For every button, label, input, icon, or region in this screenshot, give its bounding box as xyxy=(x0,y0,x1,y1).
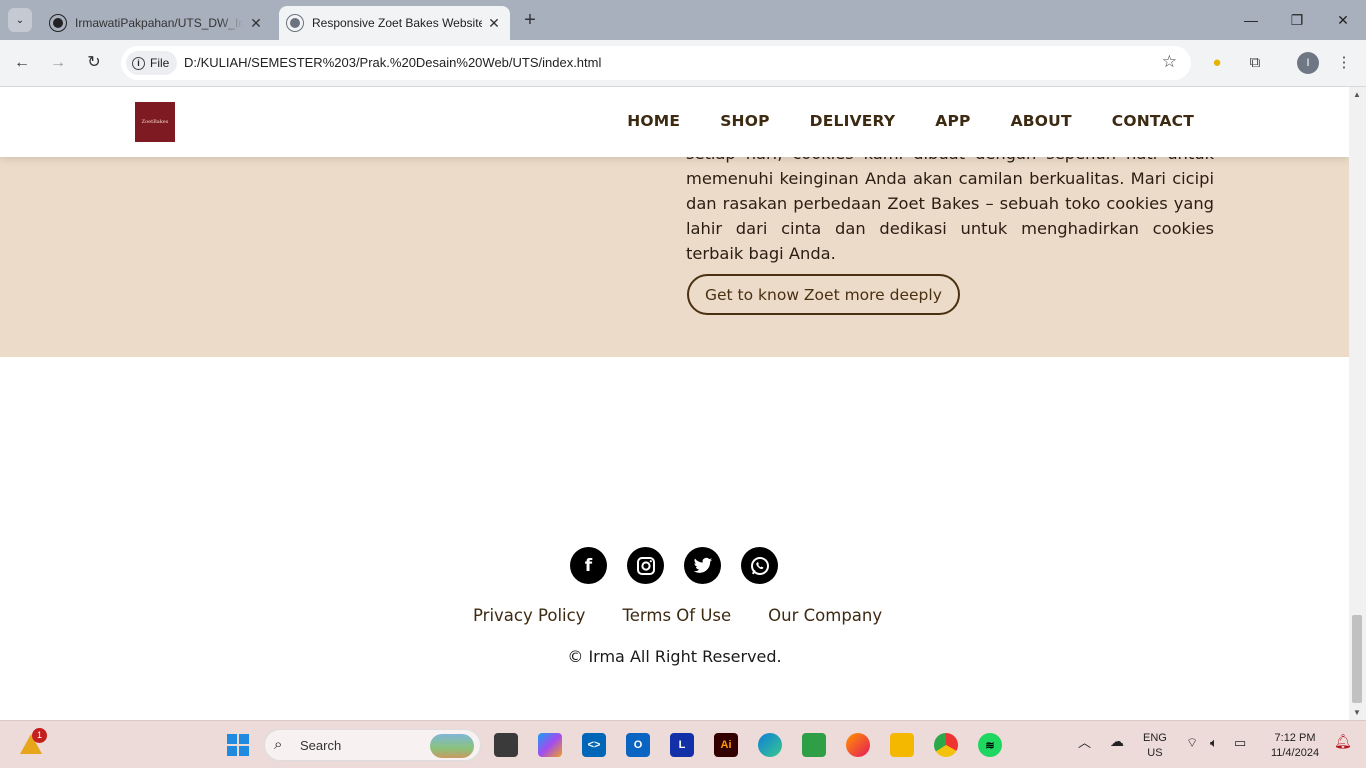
clock-time: 7:12 PM xyxy=(1274,732,1316,744)
page-scrollbar[interactable]: ▲ ▼ xyxy=(1349,87,1366,720)
close-tab-icon[interactable]: ✕ xyxy=(482,15,506,32)
wifi-icon[interactable]: ⌔ xyxy=(1186,735,1198,750)
globe-icon xyxy=(287,15,303,31)
address-bar[interactable]: i File D:/KULIAH/SEMESTER%203/Prak.%20De… xyxy=(121,46,1191,80)
extensions-icon[interactable]: ⧉ xyxy=(1244,52,1266,74)
search-highlight-image xyxy=(430,734,474,758)
bookmark-star-icon[interactable]: ☆ xyxy=(1162,52,1177,72)
weather-widget[interactable]: 1 xyxy=(20,728,47,756)
volume-icon[interactable]: 🔈︎ xyxy=(1210,735,1218,750)
lightbulb-icon[interactable]: ● xyxy=(1206,52,1228,74)
file-explorer-icon[interactable] xyxy=(890,733,914,757)
edge-icon[interactable] xyxy=(758,733,782,757)
main-nav: HOME SHOP DELIVERY APP ABOUT CONTACT xyxy=(627,112,1194,130)
nav-shop[interactable]: SHOP xyxy=(720,112,769,130)
vscode-icon[interactable]: <> xyxy=(582,733,606,757)
about-more-button[interactable]: Get to know Zoet more deeply xyxy=(687,274,960,315)
spotify-icon[interactable]: ≋ xyxy=(978,733,1002,757)
region-code: US xyxy=(1147,747,1163,759)
spreadsheet-icon[interactable] xyxy=(802,733,826,757)
footer-links: Privacy Policy Terms Of Use Our Company xyxy=(473,606,882,625)
nav-contact[interactable]: CONTACT xyxy=(1112,112,1194,130)
social-links: f xyxy=(570,547,778,584)
weather-badge: 1 xyxy=(32,728,47,743)
forward-icon[interactable]: → xyxy=(46,51,70,75)
tray-overflow-chevron-icon[interactable]: ︿ xyxy=(1078,735,1091,750)
restore-button[interactable]: ❐ xyxy=(1285,8,1309,32)
footer-privacy-link[interactable]: Privacy Policy xyxy=(473,606,585,625)
close-window-button[interactable]: ✕ xyxy=(1331,8,1355,32)
new-tab-button[interactable]: + xyxy=(518,8,542,32)
tab-title: IrmawatiPakpahan/UTS_DW_Irma xyxy=(75,16,244,30)
url-text[interactable]: D:/KULIAH/SEMESTER%203/Prak.%20Desain%20… xyxy=(184,55,601,70)
copyright-text: © Irma All Right Reserved. xyxy=(567,647,782,666)
taskbar-search[interactable]: ⌕ Search xyxy=(264,729,481,761)
site-header: ZoetBakes HOME SHOP DELIVERY APP ABOUT C… xyxy=(0,87,1349,157)
close-tab-icon[interactable]: ✕ xyxy=(244,15,268,32)
info-icon: i xyxy=(132,56,145,70)
language-indicator[interactable]: ENG US xyxy=(1143,731,1167,761)
notification-bell-icon[interactable]: 🔔︎ xyxy=(1334,734,1352,749)
twitter-icon[interactable] xyxy=(684,547,721,584)
browser-tab-strip: ⌄ IrmawatiPakpahan/UTS_DW_Irma ✕ Respons… xyxy=(0,0,1366,40)
browser-toolbar: ← → ↻ i File D:/KULIAH/SEMESTER%203/Prak… xyxy=(0,40,1366,87)
firefox-icon[interactable] xyxy=(846,733,870,757)
footer-company-link[interactable]: Our Company xyxy=(768,606,882,625)
nav-app[interactable]: APP xyxy=(935,112,970,130)
chrome-icon[interactable] xyxy=(934,733,958,757)
illustrator-icon[interactable]: Ai xyxy=(714,733,738,757)
profile-avatar[interactable]: I xyxy=(1297,52,1319,74)
tab-zoet-bakes[interactable]: Responsive Zoet Bakes Website ✕ xyxy=(279,6,510,40)
copilot-icon[interactable] xyxy=(538,733,562,757)
nav-delivery[interactable]: DELIVERY xyxy=(810,112,896,130)
github-icon xyxy=(50,15,66,31)
outlook-icon[interactable]: O xyxy=(626,733,650,757)
back-icon[interactable]: ← xyxy=(10,51,34,75)
menu-kebab-icon[interactable]: ⋮ xyxy=(1333,52,1355,74)
minimize-button[interactable]: — xyxy=(1239,8,1263,32)
about-paragraph: setiap hari, cookies kami dibuat dengan … xyxy=(686,144,1214,263)
site-info-label: File xyxy=(150,56,170,70)
clock-date: 11/4/2024 xyxy=(1270,747,1320,759)
search-icon: ⌕ xyxy=(274,736,283,753)
clock[interactable]: 7:12 PM 11/4/2024 xyxy=(1264,731,1326,761)
footer-terms-link[interactable]: Terms Of Use xyxy=(622,606,731,625)
site-info-chip[interactable]: i File xyxy=(126,51,178,75)
language-code: ENG xyxy=(1143,732,1167,744)
site-logo[interactable]: ZoetBakes xyxy=(135,102,175,142)
scrollbar-thumb[interactable] xyxy=(1352,615,1362,703)
facebook-icon[interactable]: f xyxy=(570,547,607,584)
tab-github[interactable]: IrmawatiPakpahan/UTS_DW_Irma ✕ xyxy=(40,6,272,40)
scroll-up-arrow-icon[interactable]: ▲ xyxy=(1353,90,1361,99)
page-viewport: setiap hari, cookies kami dibuat dengan … xyxy=(0,87,1349,720)
whatsapp-icon[interactable] xyxy=(741,547,778,584)
reload-icon[interactable]: ↻ xyxy=(82,51,106,75)
tab-title: Responsive Zoet Bakes Website xyxy=(312,16,482,30)
search-placeholder: Search xyxy=(300,738,342,753)
nav-home[interactable]: HOME xyxy=(627,112,680,130)
windows-taskbar: 1 ⌕ Search <> O L Ai ≋ ︿ ☁ ENG US ⌔ 🔈︎ ▭… xyxy=(0,720,1366,768)
nav-about[interactable]: ABOUT xyxy=(1011,112,1072,130)
battery-icon[interactable]: ▭ xyxy=(1234,735,1246,750)
l-app-icon[interactable]: L xyxy=(670,733,694,757)
start-windows-icon[interactable] xyxy=(226,733,250,757)
onedrive-cloud-icon[interactable]: ☁ xyxy=(1110,734,1124,749)
tab-search-button[interactable]: ⌄ xyxy=(8,8,32,32)
instagram-icon[interactable] xyxy=(627,547,664,584)
scroll-down-arrow-icon[interactable]: ▼ xyxy=(1353,708,1361,717)
task-view-icon[interactable] xyxy=(494,733,518,757)
